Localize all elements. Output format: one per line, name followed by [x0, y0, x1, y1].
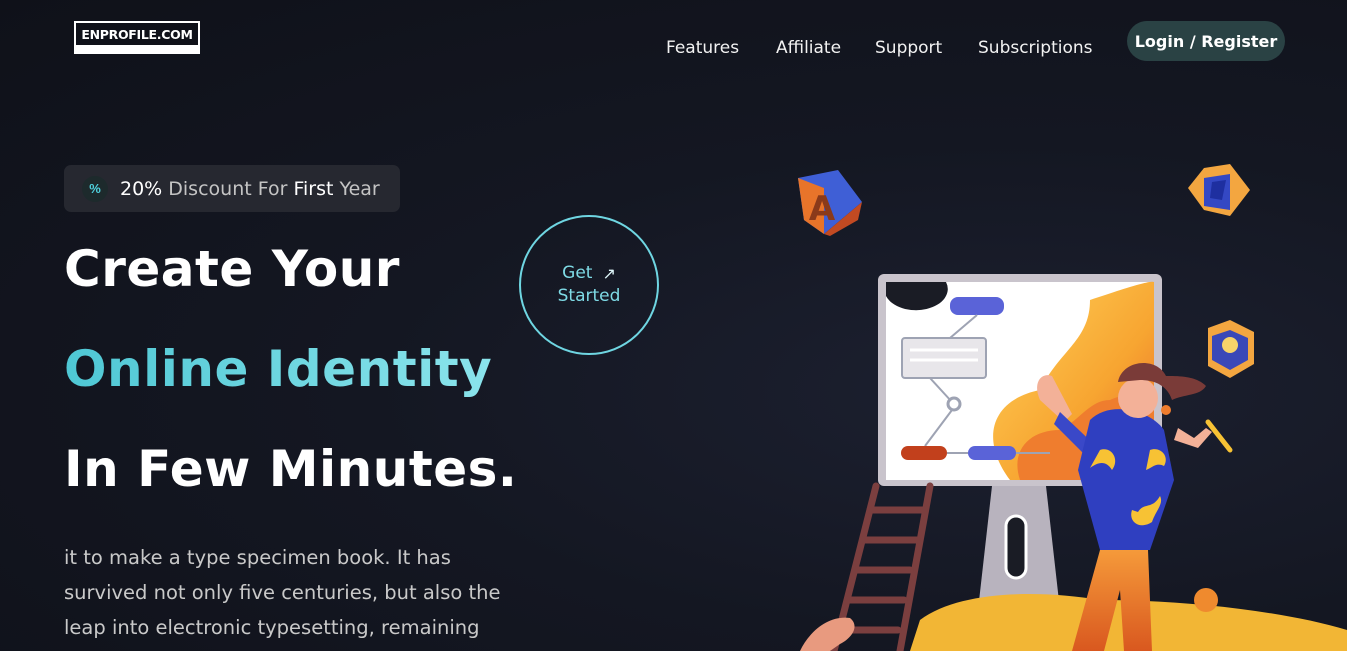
nav-features[interactable]: Features [666, 38, 739, 58]
percent-icon: % [82, 175, 108, 202]
discount-first: First [293, 177, 334, 200]
orange-ball [1194, 588, 1218, 612]
gem-cube-icon [1188, 164, 1250, 216]
cta-label-line2: Started [557, 286, 621, 306]
logo-text: ENPROFILE.COM [81, 27, 193, 42]
cta-label-line1: Get [562, 263, 593, 283]
nav-support[interactable]: Support [875, 38, 942, 58]
svg-text:A: A [809, 189, 836, 229]
hero-illustration: A [798, 164, 1347, 651]
nav-affiliate[interactable]: Affiliate [776, 38, 841, 58]
site-logo[interactable]: ENPROFILE.COM [74, 21, 200, 54]
discount-mid: Discount For [162, 177, 294, 200]
hero-description: it to make a type specimen book. It has … [64, 546, 501, 639]
hand-graphic [800, 617, 855, 651]
discount-year: Year [333, 177, 380, 200]
lightbulb-cube-icon [1208, 320, 1254, 378]
discount-text: 20% Discount For First Year [120, 178, 380, 200]
hero-title-line3: In Few Minutes. [64, 440, 518, 498]
logo-underline [76, 45, 198, 52]
arrow-up-right-icon: ↗ [602, 264, 616, 283]
discount-percent: 20% [120, 177, 163, 200]
discount-badge: % 20% Discount For First Year [64, 165, 400, 212]
get-started-button[interactable]: Get ↗ Started [519, 215, 659, 355]
hero-title-line1: Create Your [64, 240, 400, 298]
letter-cube-icon: A [798, 170, 862, 236]
login-register-button[interactable]: Login / Register [1127, 21, 1285, 61]
nav-subscriptions[interactable]: Subscriptions [978, 38, 1092, 58]
hero-title-line2: Online Identity [64, 340, 493, 398]
